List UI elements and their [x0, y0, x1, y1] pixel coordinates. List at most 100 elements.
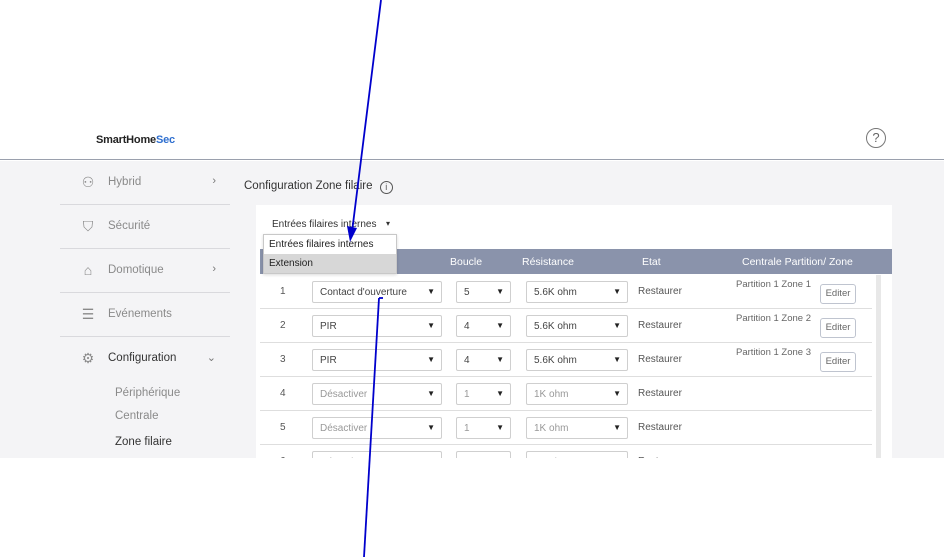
caret-down-icon: ▼ [427, 389, 435, 398]
caret-down-icon: ▼ [613, 389, 621, 398]
dropdown-option-extension[interactable]: Extension [264, 254, 396, 273]
type-select[interactable]: Désactiver ▼ [312, 383, 442, 405]
caret-down-icon: ▼ [496, 355, 504, 364]
sidebar-item-configuration[interactable]: ⚙ Configuration ⌄ [60, 337, 230, 381]
sidebar-subitem-centrale[interactable]: Centrale [115, 410, 158, 422]
type-select[interactable]: PIR ▼ [312, 349, 442, 371]
select-value: 5.6K ohm [534, 321, 577, 332]
caret-down-icon: ▼ [613, 457, 621, 458]
edit-button[interactable]: Editer [820, 284, 856, 304]
shield-icon: ⛉ [82, 218, 94, 234]
list-icon: ☰ [81, 306, 95, 322]
caret-down-icon: ▼ [496, 423, 504, 432]
header-zone: Centrale Partition/ Zone [742, 256, 853, 268]
boucle-select[interactable]: 1▼ [456, 451, 511, 458]
hybrid-icon: ⚇ [81, 174, 95, 190]
input-type-select[interactable]: Entrées filaires internes ▾ [266, 215, 394, 235]
home-icon: ⌂ [83, 262, 93, 278]
sidebar-item-label: Domotique [108, 264, 164, 276]
header-etat: Etat [642, 256, 661, 268]
type-select[interactable]: Contact d'ouverture ▼ [312, 281, 442, 303]
select-value: Contact d'ouverture [320, 287, 407, 298]
boucle-select[interactable]: 1▼ [456, 383, 511, 405]
boucle-select[interactable]: 1▼ [456, 417, 511, 439]
select-value: Entrées filaires internes [272, 219, 377, 230]
resistance-select[interactable]: 1K ohm ▼ [526, 383, 628, 405]
zone-value: Partition 1 Zone 2 [736, 313, 811, 324]
table-row: 1 Contact d'ouverture ▼ 5 ▼ 5.6K ohm ▼ Restaure… [260, 275, 872, 309]
zone-value: Partition 1 Zone 3 [736, 347, 811, 358]
caret-down-icon: ▼ [427, 355, 435, 364]
sidebar-subitem-peripherique[interactable]: Périphérique [115, 387, 180, 399]
table-row: 6Désactiver▼1▼1K ohm▼Restaurer [260, 445, 872, 458]
info-icon[interactable]: i [379, 181, 393, 194]
type-select[interactable]: PIR ▼ [312, 315, 442, 337]
sidebar-item-label: Evénements [108, 308, 172, 320]
help-icon[interactable]: ? [866, 128, 886, 148]
select-value: 1 [464, 457, 470, 458]
row-index: 2 [280, 320, 286, 331]
boucle-select[interactable]: 4 ▼ [456, 349, 511, 371]
main-content: Configuration Zone filaire i Entrées fil… [230, 161, 944, 458]
header-boucle: Boucle [450, 256, 483, 268]
caret-down-icon: ▾ [385, 219, 390, 228]
scrollbar[interactable] [876, 275, 881, 458]
etat-value: Restaurer [638, 320, 682, 331]
etat-value: Restaurer [638, 456, 682, 458]
resistance-select[interactable]: 5.6K ohm ▼ [526, 349, 628, 371]
row-index: 1 [280, 286, 286, 297]
caret-down-icon: ▼ [613, 321, 621, 330]
top-header: SmartHomeSec ? [0, 118, 944, 160]
gear-icon: ⚙ [81, 350, 95, 366]
edit-button[interactable]: Editer [820, 318, 856, 338]
sidebar-item-label: Sécurité [108, 220, 151, 232]
type-select[interactable]: Désactiver ▼ [312, 417, 442, 439]
row-index: 6 [280, 456, 286, 458]
resistance-select[interactable]: 1K ohm ▼ [526, 417, 628, 439]
select-value: 5 [464, 287, 470, 298]
table-row: 3 PIR ▼ 4 ▼ 5.6K ohm ▼ Restaurer Partition 1 Zon… [260, 343, 872, 377]
caret-down-icon: ▼ [496, 287, 504, 296]
row-index: 3 [280, 354, 286, 365]
chevron-right-icon: › [212, 263, 216, 275]
type-select[interactable]: Désactiver ▼ [312, 451, 442, 458]
resistance-select[interactable]: 5.6K ohm ▼ [526, 315, 628, 337]
caret-down-icon: ▼ [613, 423, 621, 432]
caret-down-icon: ▼ [427, 287, 435, 296]
dropdown-option-internal[interactable]: Entrées filaires internes [264, 235, 396, 254]
select-value: Désactiver [320, 457, 367, 458]
input-type-dropdown: Entrées filaires internes Extension [263, 234, 397, 274]
sidebar: ⚇ Hybrid › ⛉ Sécurité ⌂ Domotique › ☰ Ev… [0, 161, 230, 458]
select-value: 1 [464, 423, 470, 434]
sidebar-item-hybrid[interactable]: ⚇ Hybrid › [60, 161, 230, 205]
edit-button[interactable]: Editer [820, 352, 856, 372]
sidebar-item-domotique[interactable]: ⌂ Domotique › [60, 249, 230, 293]
table-row: 4 Désactiver ▼ 1 ▼ 1K ohm ▼ Restaurer [260, 377, 872, 411]
caret-down-icon: ▼ [427, 457, 435, 458]
table-row: 2 PIR ▼ 4 ▼ 5.6K ohm ▼ Restaurer Partition 1 Zon… [260, 309, 872, 343]
select-value: 1K ohm [534, 457, 568, 458]
resistance-select[interactable]: 1K ohm ▼ [526, 451, 628, 458]
resistance-select[interactable]: 5.6K ohm ▼ [526, 281, 628, 303]
etat-value: Restaurer [638, 354, 682, 365]
brand-logo: SmartHomeSec [96, 134, 175, 146]
caret-down-icon: ▼ [613, 355, 621, 364]
etat-value: Restaurer [638, 422, 682, 433]
select-value: 5.6K ohm [534, 355, 577, 366]
sidebar-item-events[interactable]: ☰ Evénements [60, 293, 230, 337]
caret-down-icon: ▼ [427, 423, 435, 432]
row-index: 5 [280, 422, 286, 433]
select-value: 1 [464, 389, 470, 400]
caret-down-icon: ▼ [496, 457, 504, 458]
sidebar-item-security[interactable]: ⛉ Sécurité [60, 205, 230, 249]
zone-value: Partition 1 Zone 1 [736, 279, 811, 290]
boucle-select[interactable]: 4 ▼ [456, 315, 511, 337]
breadcrumb: Configuration Zone filaire i [244, 180, 393, 194]
select-value: 5.6K ohm [534, 287, 577, 298]
sidebar-subitem-zone-filaire[interactable]: Zone filaire [115, 436, 172, 448]
boucle-select[interactable]: 5 ▼ [456, 281, 511, 303]
etat-value: Restaurer [638, 286, 682, 297]
select-value: 4 [464, 321, 470, 332]
sidebar-item-label: Configuration [108, 352, 177, 364]
select-value: PIR [320, 321, 337, 332]
